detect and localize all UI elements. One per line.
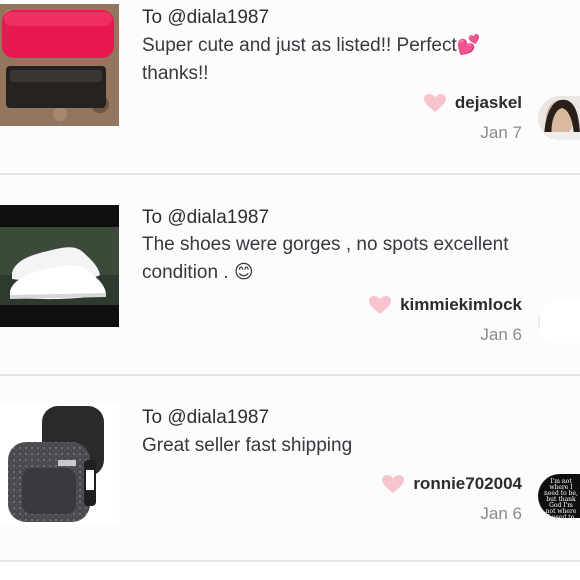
review-item: To @diala1987 Great seller fast shipping… [0, 376, 580, 559]
review-meta: kimmiekimlock Jan 6 [368, 295, 522, 345]
heart-icon[interactable] [381, 474, 405, 494]
avatar-quote-text: I'm not where I need to be, but thank Go… [544, 478, 578, 519]
review-date: Jan 7 [480, 123, 522, 142]
review-meta: dejaskel Jan 7 [423, 93, 522, 143]
reviewer-username[interactable]: dejaskel [455, 93, 522, 113]
recipient-label: To @diala1987 [142, 207, 270, 228]
white-sneakers-photo [0, 205, 119, 327]
heart-icon[interactable] [368, 295, 392, 315]
review-date: Jan 6 [480, 504, 522, 523]
recipient-label: To @diala1987 [142, 407, 270, 428]
backpack-photo [0, 404, 119, 526]
review-date: Jan 6 [480, 325, 522, 344]
review-message: The shoes were gorges , no spots excelle… [142, 234, 509, 283]
reviewer-username[interactable]: ronnie702004 [413, 474, 522, 494]
pink-glasses-case-photo [0, 4, 119, 126]
reviewer-avatar[interactable] [538, 299, 580, 343]
user-photo-avatar [538, 96, 580, 140]
listing-thumbnail[interactable] [0, 404, 119, 526]
review-item: To @diala1987 Super cute and just as lis… [0, 0, 580, 172]
reviewer-avatar[interactable]: I'm not where I need to be, but thank Go… [538, 474, 580, 518]
reviewer-avatar[interactable] [538, 96, 580, 140]
review-message: Super cute and just as listed!! Perfect💕… [142, 35, 481, 84]
listing-thumbnail[interactable] [0, 205, 119, 327]
listing-thumbnail[interactable] [0, 4, 119, 126]
reviewer-username[interactable]: kimmiekimlock [400, 295, 522, 315]
review-meta: ronnie702004 Jan 6 [381, 474, 522, 524]
recipient-label: To @diala1987 [142, 7, 270, 28]
review-message: Great seller fast shipping [142, 435, 353, 456]
divider [0, 560, 580, 562]
heart-icon[interactable] [423, 93, 447, 113]
review-item: To @diala1987 The shoes were gorges , no… [0, 175, 580, 373]
blank-avatar [538, 299, 580, 343]
